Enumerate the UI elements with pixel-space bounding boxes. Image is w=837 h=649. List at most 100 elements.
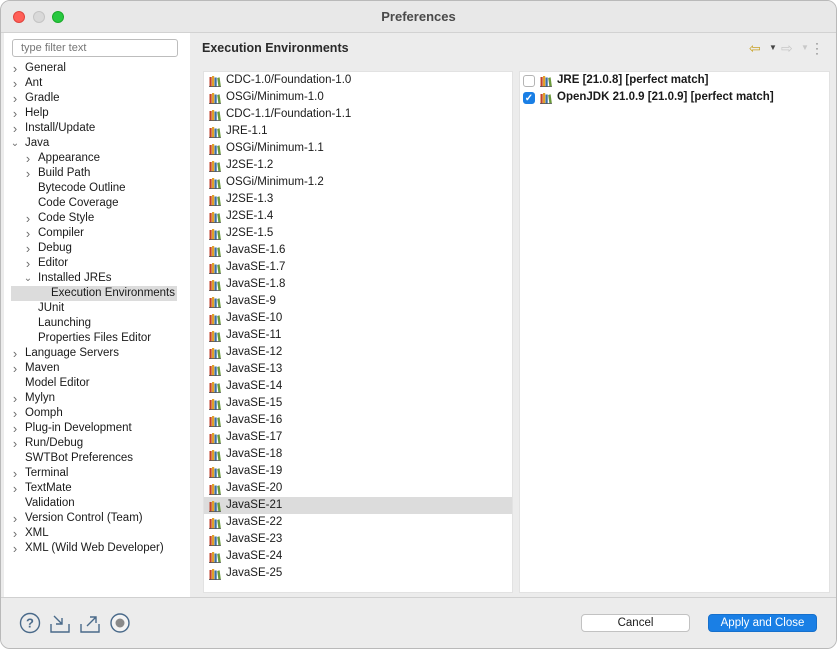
view-menu-icon[interactable]: · · · — [815, 37, 819, 59]
environment-row[interactable]: J2SE-1.2 — [204, 157, 512, 174]
chevron-right-icon[interactable]: › — [10, 91, 20, 106]
environment-row[interactable]: JavaSE-24 — [204, 548, 512, 565]
environment-row[interactable]: JavaSE-1.8 — [204, 276, 512, 293]
chevron-down-icon[interactable]: ⌄ — [23, 271, 33, 286]
environment-row[interactable]: J2SE-1.4 — [204, 208, 512, 225]
export-icon[interactable] — [79, 612, 101, 634]
jre-checkbox[interactable] — [523, 75, 535, 87]
chevron-right-icon[interactable]: › — [10, 346, 20, 361]
record-icon[interactable] — [109, 612, 131, 634]
chevron-right-icon[interactable]: › — [10, 466, 20, 481]
compatible-jre-row[interactable]: ✓ OpenJDK 21.0.9 [21.0.9] [perfect match] — [520, 89, 829, 106]
tree-item-execution-environments[interactable]: Execution Environments — [11, 286, 177, 301]
help-icon[interactable]: ? — [19, 612, 41, 634]
tree-item-mylyn[interactable]: › Mylyn — [4, 391, 190, 406]
cancel-button[interactable]: Cancel — [581, 614, 690, 632]
tree-item-junit[interactable]: JUnit — [4, 301, 190, 316]
chevron-right-icon[interactable]: › — [10, 406, 20, 421]
environment-row[interactable]: JRE-1.1 — [204, 123, 512, 140]
tree-item-java[interactable]: ⌄ Java — [4, 136, 190, 151]
environment-row[interactable]: OSGi/Minimum-1.1 — [204, 140, 512, 157]
environment-row[interactable]: JavaSE-18 — [204, 446, 512, 463]
tree-item-swtbot-preferences[interactable]: SWTBot Preferences — [4, 451, 190, 466]
tree-item-maven[interactable]: › Maven — [4, 361, 190, 376]
chevron-right-icon[interactable]: › — [10, 436, 20, 451]
tree-item-debug[interactable]: › Debug — [4, 241, 190, 256]
tree-item-build-path[interactable]: › Build Path — [4, 166, 190, 181]
environment-row[interactable]: JavaSE-25 — [204, 565, 512, 582]
chevron-right-icon[interactable]: › — [23, 241, 33, 256]
environment-row[interactable]: JavaSE-22 — [204, 514, 512, 531]
tree-item-xml-wild-web-developer[interactable]: › XML (Wild Web Developer) — [4, 541, 190, 556]
chevron-right-icon[interactable]: › — [10, 541, 20, 556]
environment-row[interactable]: JavaSE-16 — [204, 412, 512, 429]
environment-row[interactable]: J2SE-1.3 — [204, 191, 512, 208]
chevron-right-icon[interactable]: › — [23, 211, 33, 226]
chevron-right-icon[interactable]: › — [23, 226, 33, 241]
tree-item-run-debug[interactable]: › Run/Debug — [4, 436, 190, 451]
tree-item-gradle[interactable]: › Gradle — [4, 91, 190, 106]
filter-input[interactable] — [12, 39, 178, 57]
environment-row[interactable]: JavaSE-11 — [204, 327, 512, 344]
compatible-jre-row[interactable]: JRE [21.0.8] [perfect match] — [520, 72, 829, 89]
environment-row[interactable]: JavaSE-19 — [204, 463, 512, 480]
chevron-right-icon[interactable]: › — [10, 511, 20, 526]
chevron-right-icon[interactable]: › — [10, 361, 20, 376]
environment-row[interactable]: JavaSE-12 — [204, 344, 512, 361]
chevron-right-icon[interactable]: › — [10, 526, 20, 541]
environment-row[interactable]: JavaSE-13 — [204, 361, 512, 378]
tree-item-ant[interactable]: › Ant — [4, 76, 190, 91]
environment-row[interactable]: JavaSE-1.7 — [204, 259, 512, 276]
tree-item-installed-jres[interactable]: ⌄ Installed JREs — [4, 271, 190, 286]
tree-item-version-control[interactable]: › Version Control (Team) — [4, 511, 190, 526]
tree-item-xml[interactable]: › XML — [4, 526, 190, 541]
chevron-right-icon[interactable]: › — [23, 151, 33, 166]
tree-item-model-editor[interactable]: Model Editor — [4, 376, 190, 391]
apply-and-close-button[interactable]: Apply and Close — [708, 614, 817, 632]
tree-item-appearance[interactable]: › Appearance — [4, 151, 190, 166]
environment-row[interactable]: JavaSE-17 — [204, 429, 512, 446]
tree-item-general[interactable]: › General — [4, 61, 190, 76]
tree-item-editor[interactable]: › Editor — [4, 256, 190, 271]
chevron-right-icon[interactable]: › — [23, 256, 33, 271]
environment-row[interactable]: JavaSE-15 — [204, 395, 512, 412]
chevron-down-icon[interactable]: ⌄ — [10, 136, 20, 151]
environment-row[interactable]: J2SE-1.5 — [204, 225, 512, 242]
tree-item-launching[interactable]: Launching — [4, 316, 190, 331]
import-icon[interactable] — [49, 612, 71, 634]
execution-environments-list[interactable]: CDC-1.0/Foundation-1.0 OSGi/Minimum-1.0 CD… — [203, 71, 513, 593]
jre-checkbox[interactable]: ✓ — [523, 92, 535, 104]
tree-item-install-update[interactable]: › Install/Update — [4, 121, 190, 136]
tree-item-validation[interactable]: Validation — [4, 496, 190, 511]
environment-row[interactable]: JavaSE-1.6 — [204, 242, 512, 259]
tree-item-properties-files-editor[interactable]: Properties Files Editor — [4, 331, 190, 346]
tree-item-help[interactable]: › Help — [4, 106, 190, 121]
chevron-right-icon[interactable]: › — [10, 421, 20, 436]
environment-row[interactable]: JavaSE-14 — [204, 378, 512, 395]
chevron-right-icon[interactable]: › — [10, 61, 20, 76]
environment-row[interactable]: CDC-1.0/Foundation-1.0 — [204, 72, 512, 89]
back-arrow-icon[interactable]: ⇦ — [749, 40, 761, 57]
environment-row[interactable]: OSGi/Minimum-1.0 — [204, 89, 512, 106]
environment-row[interactable]: JavaSE-10 — [204, 310, 512, 327]
chevron-right-icon[interactable]: › — [10, 106, 20, 121]
tree-item-code-coverage[interactable]: Code Coverage — [4, 196, 190, 211]
back-history-dropdown-icon[interactable]: ▼ — [769, 43, 777, 52]
tree-item-terminal[interactable]: › Terminal — [4, 466, 190, 481]
tree-item-bytecode-outline[interactable]: Bytecode Outline — [4, 181, 190, 196]
environment-row[interactable]: JavaSE-9 — [204, 293, 512, 310]
chevron-right-icon[interactable]: › — [10, 121, 20, 136]
environment-row[interactable]: JavaSE-23 — [204, 531, 512, 548]
environment-row[interactable]: OSGi/Minimum-1.2 — [204, 174, 512, 191]
chevron-right-icon[interactable]: › — [23, 166, 33, 181]
chevron-right-icon[interactable]: › — [10, 391, 20, 406]
environment-row[interactable]: JavaSE-21 — [204, 497, 512, 514]
tree-item-language-servers[interactable]: › Language Servers — [4, 346, 190, 361]
tree-item-compiler[interactable]: › Compiler — [4, 226, 190, 241]
environment-row[interactable]: CDC-1.1/Foundation-1.1 — [204, 106, 512, 123]
chevron-right-icon[interactable]: › — [10, 76, 20, 91]
tree-item-code-style[interactable]: › Code Style — [4, 211, 190, 226]
environment-row[interactable]: JavaSE-20 — [204, 480, 512, 497]
chevron-right-icon[interactable]: › — [10, 481, 20, 496]
tree-item-textmate[interactable]: › TextMate — [4, 481, 190, 496]
